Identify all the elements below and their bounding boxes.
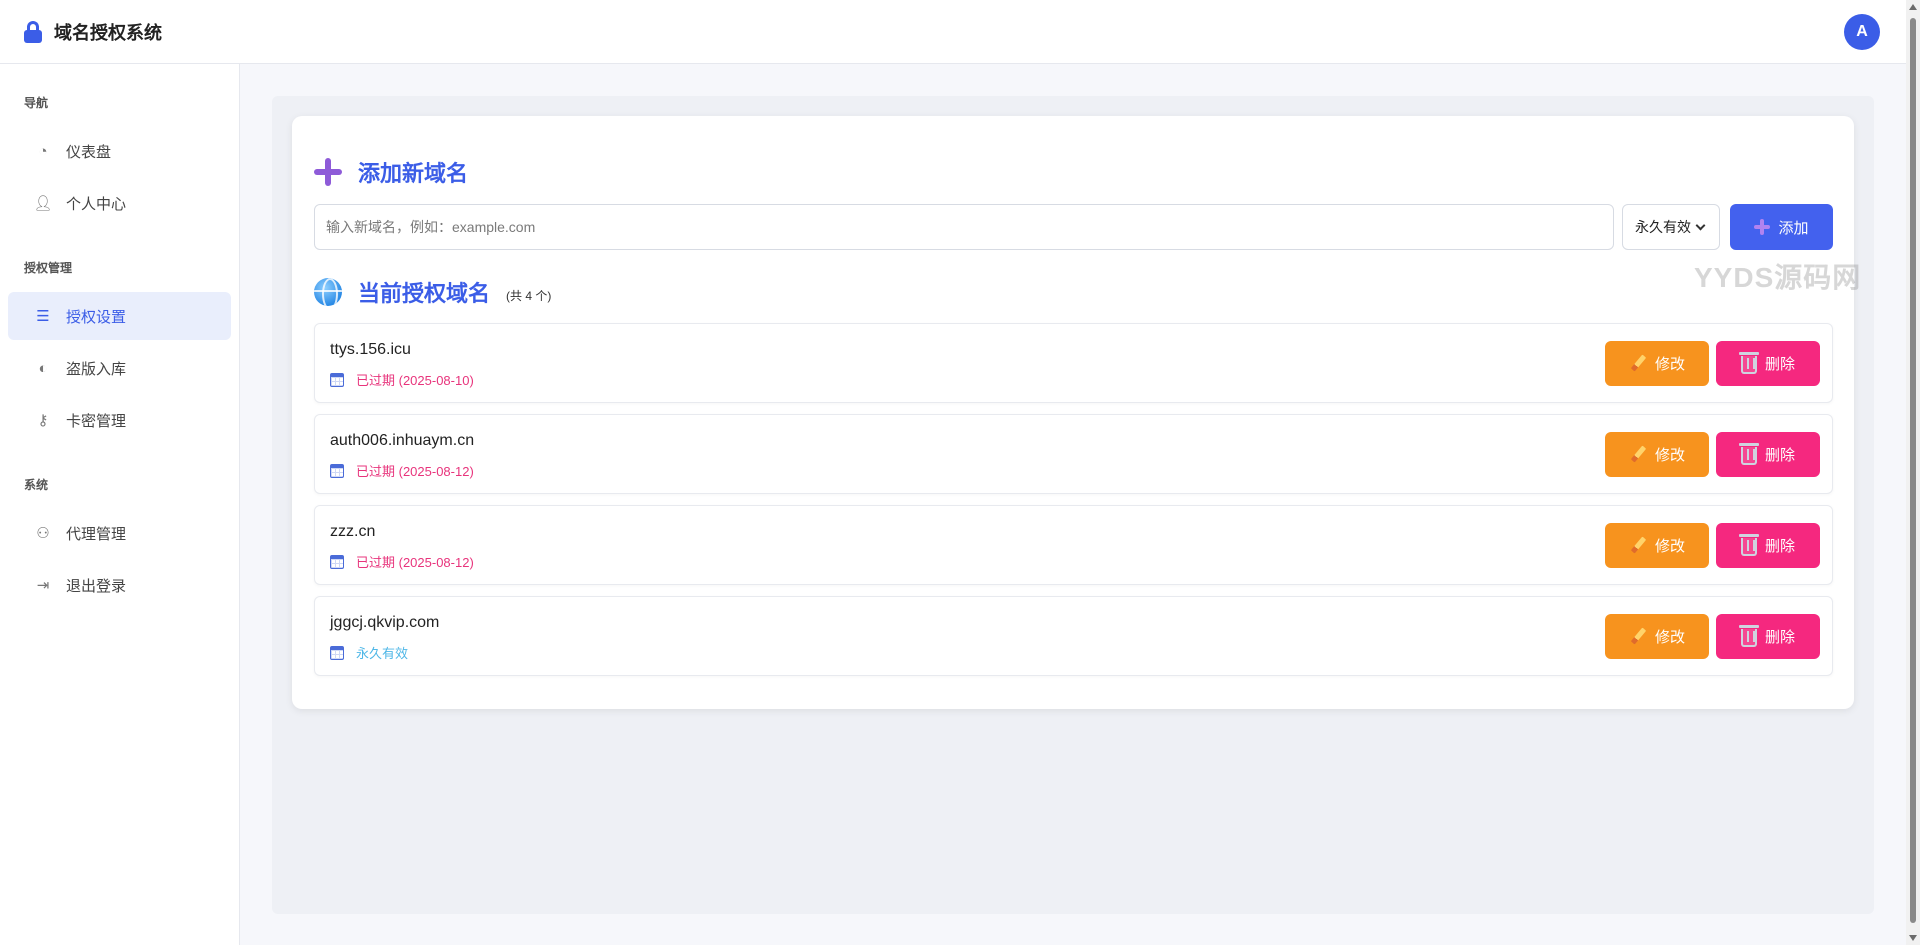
domain-status: 已过期 (2025-08-10) [330, 370, 474, 389]
user-icon: 👤︎ [33, 195, 53, 212]
domain-row: ttys.156.icu 已过期 (2025-08-10) 修改 删除 [314, 323, 1833, 403]
globe-icon [314, 278, 342, 306]
sidebar-item-label: 卡密管理 [66, 412, 127, 430]
shield-icon: ◐ [38, 359, 48, 377]
sliders-icon: ☰ [36, 308, 50, 325]
lock-icon [24, 20, 42, 43]
domain-name: jggcj.qkvip.com [330, 614, 440, 631]
calendar-icon [330, 463, 344, 478]
edit-button-label: 修改 [1654, 629, 1685, 646]
key-icon: ⚷ [37, 412, 49, 429]
delete-button-label: 删除 [1764, 629, 1795, 646]
domain-input[interactable] [314, 204, 1614, 250]
pencil-icon [1629, 446, 1647, 464]
add-button[interactable]: 添加 [1730, 204, 1833, 250]
validity-select[interactable]: 永久有效 [1622, 204, 1720, 250]
status-text: 已过期 (2025-08-12) [356, 555, 474, 570]
delete-button[interactable]: 删除 [1716, 523, 1820, 568]
sidebar-item-dashboard[interactable]: ◔ 仪表盘 [8, 127, 231, 175]
brand[interactable]: 域名授权系统 [24, 19, 162, 45]
edit-button[interactable]: 修改 [1605, 341, 1709, 386]
status-text: 已过期 (2025-08-12) [356, 464, 474, 479]
domain-status: 已过期 (2025-08-12) [330, 552, 474, 571]
edit-button[interactable]: 修改 [1605, 432, 1709, 477]
pencil-icon [1629, 355, 1647, 373]
edit-button[interactable]: 修改 [1605, 523, 1709, 568]
sidebar-item-auth-settings[interactable]: ☰ 授权设置 [8, 292, 231, 340]
scrollbar-thumb[interactable] [1910, 18, 1916, 923]
top-header: 域名授权系统 A [0, 0, 1906, 64]
validity-select-value: 永久有效 [1635, 219, 1691, 235]
delete-button-label: 删除 [1764, 356, 1795, 373]
sidebar-item-profile[interactable]: 👤︎ 个人中心 [8, 179, 231, 227]
sidebar: 导航 ◔ 仪表盘 👤︎ 个人中心 授权管理 ☰ 授权设置 ◐ 盗版入库 ⚷ 卡密… [0, 64, 240, 945]
edit-button-label: 修改 [1654, 447, 1685, 464]
edit-button-label: 修改 [1654, 538, 1685, 555]
sidebar-item-agents[interactable]: ⚇ 代理管理 [8, 509, 231, 557]
status-text: 永久有效 [356, 646, 409, 661]
status-text: 已过期 (2025-08-10) [356, 373, 474, 388]
sidebar-item-label: 个人中心 [66, 195, 127, 213]
pencil-icon [1629, 628, 1647, 646]
app-title: 域名授权系统 [54, 22, 162, 43]
nav-section-navigation: 导航 [24, 96, 49, 110]
delete-button-label: 删除 [1764, 447, 1795, 464]
add-domain-title: 添加新域名 [358, 161, 469, 186]
nav-section-authorization: 授权管理 [24, 261, 73, 275]
watermark: YYDS源码网 [1694, 262, 1862, 293]
page-scrollbar[interactable] [1906, 0, 1920, 945]
domain-row: auth006.inhuaym.cn 已过期 (2025-08-12) 修改 删除 [314, 414, 1833, 494]
pie-chart-icon: ◔ [38, 142, 48, 160]
calendar-icon [330, 645, 344, 660]
domain-status: 已过期 (2025-08-12) [330, 461, 474, 480]
calendar-icon [330, 554, 344, 569]
sidebar-item-card-keys[interactable]: ⚷ 卡密管理 [8, 396, 231, 444]
sidebar-item-label: 授权设置 [66, 308, 127, 326]
sidebar-item-label: 仪表盘 [66, 143, 112, 161]
domain-row: jggcj.qkvip.com 永久有效 修改 删除 [314, 596, 1833, 676]
domain-status: 永久有效 [330, 643, 408, 662]
add-button-label: 添加 [1778, 219, 1809, 237]
trash-icon [1738, 352, 1759, 374]
trash-icon [1738, 443, 1759, 465]
avatar[interactable]: A [1844, 14, 1880, 50]
delete-button-label: 删除 [1764, 538, 1795, 555]
edit-button-label: 修改 [1654, 356, 1685, 373]
sidebar-item-label: 盗版入库 [66, 360, 127, 378]
delete-button[interactable]: 删除 [1716, 614, 1820, 659]
users-icon: ⚇ [36, 525, 50, 542]
domain-name: zzz.cn [330, 523, 376, 540]
edit-button[interactable]: 修改 [1605, 614, 1709, 659]
trash-icon [1738, 534, 1759, 556]
nav-section-system: 系统 [24, 478, 49, 492]
plus-icon [314, 158, 342, 186]
current-domains-heading: 当前授权域名 (共 4 个) [314, 276, 551, 308]
logout-icon: ⇥ [36, 577, 50, 594]
sidebar-item-piracy[interactable]: ◐ 盗版入库 [8, 344, 231, 392]
domain-card: 添加新域名 永久有效 添加 当前授权域名 (共 4 个) ttys.156.ic… [292, 116, 1854, 709]
scroll-up-arrow-icon[interactable] [1909, 4, 1917, 10]
trash-icon [1738, 625, 1759, 647]
calendar-icon [330, 372, 344, 387]
plus-icon [1754, 219, 1771, 235]
delete-button[interactable]: 删除 [1716, 432, 1820, 477]
chevron-down-icon [1695, 220, 1706, 230]
domain-count: (共 4 个) [506, 288, 552, 303]
domain-row: zzz.cn 已过期 (2025-08-12) 修改 删除 [314, 505, 1833, 585]
domain-name: ttys.156.icu [330, 341, 411, 358]
scroll-down-arrow-icon[interactable] [1909, 935, 1917, 941]
add-domain-heading: 添加新域名 [314, 156, 468, 188]
sidebar-item-label: 退出登录 [66, 577, 127, 595]
sidebar-item-logout[interactable]: ⇥ 退出登录 [8, 561, 231, 609]
current-domains-title: 当前授权域名 [358, 281, 491, 306]
domain-name: auth006.inhuaym.cn [330, 432, 475, 449]
pencil-icon [1629, 537, 1647, 555]
delete-button[interactable]: 删除 [1716, 341, 1820, 386]
sidebar-item-label: 代理管理 [66, 525, 127, 543]
